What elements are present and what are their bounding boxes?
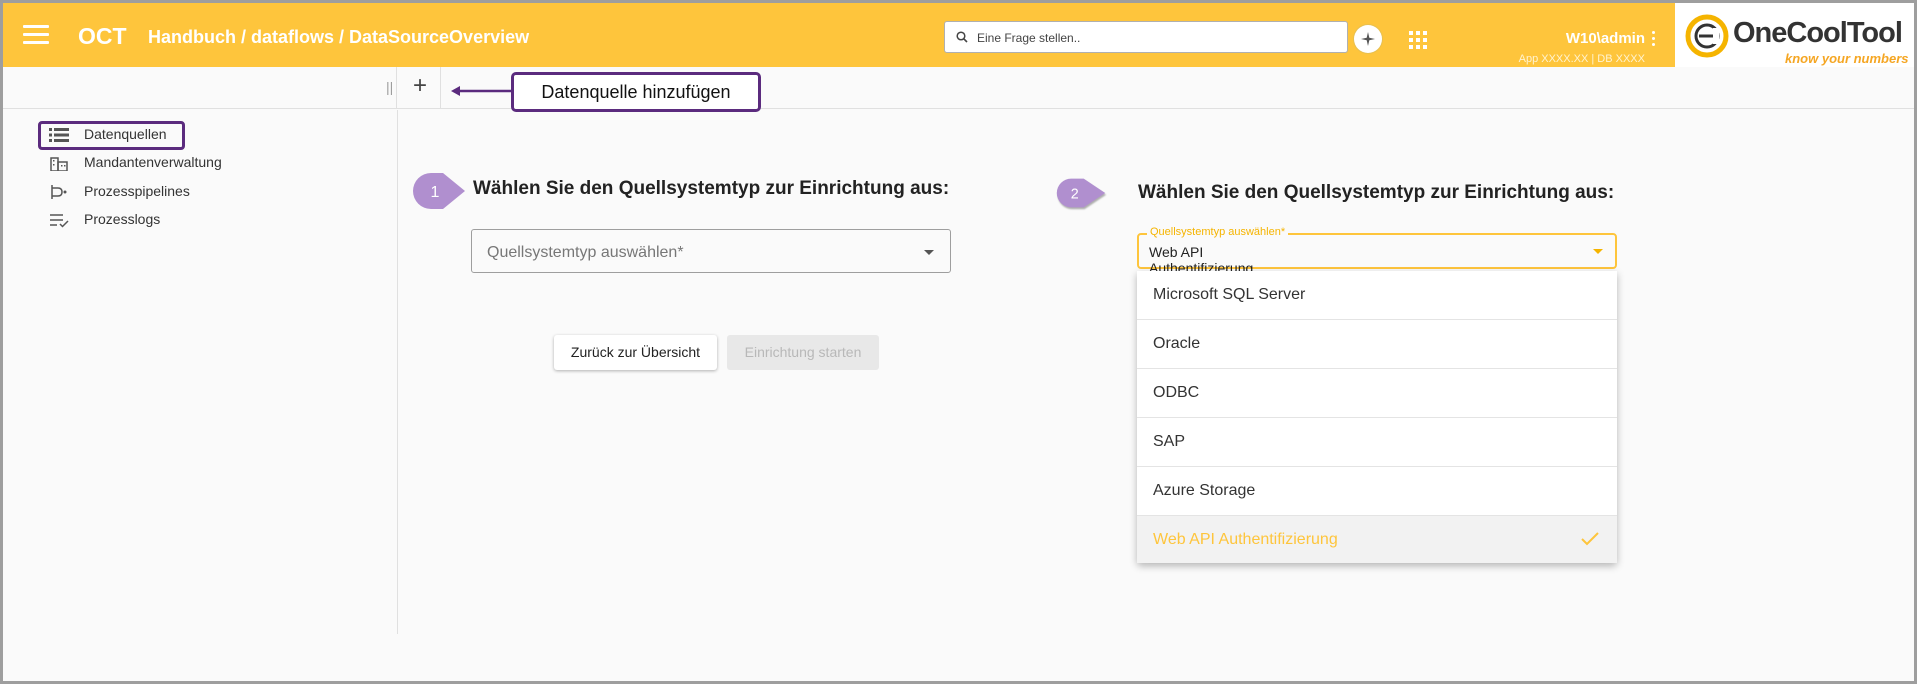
- step2-title: Wählen Sie den Quellsystemtyp zur Einric…: [1138, 182, 1615, 203]
- menu-icon[interactable]: [23, 25, 49, 45]
- toolbar: || +: [3, 67, 1914, 109]
- option-label: Web API Authentifizierung: [1153, 531, 1338, 548]
- sidebar-item-prozesspipelines[interactable]: Prozesspipelines: [49, 180, 349, 204]
- option-label: ODBC: [1153, 384, 1200, 401]
- user-name[interactable]: W10\admin: [1503, 30, 1645, 47]
- sidebar-item-label: Prozesslogs: [84, 211, 161, 227]
- source-type-dropdown: Microsoft SQL Server Oracle ODBC SAP Azu…: [1137, 271, 1617, 563]
- sidebar-item-label: Prozesspipelines: [84, 183, 190, 199]
- option-mssql[interactable]: Microsoft SQL Server: [1137, 271, 1617, 320]
- search-icon: [956, 31, 968, 43]
- option-sap[interactable]: SAP: [1137, 418, 1617, 467]
- option-oracle[interactable]: Oracle: [1137, 320, 1617, 369]
- step1-title: Wählen Sie den Quellsystemtyp zur Einric…: [473, 178, 950, 199]
- search-input[interactable]: [977, 28, 1337, 48]
- divider: [396, 67, 397, 109]
- option-label: Oracle: [1153, 335, 1201, 352]
- top-bar: OCT Handbuch / dataflows / DataSourceOve…: [3, 3, 1675, 67]
- annotation-callout: Datenquelle hinzufügen: [511, 72, 761, 112]
- option-label: SAP: [1153, 433, 1186, 450]
- svg-text:2: 2: [1071, 186, 1079, 202]
- panel-resize-handle[interactable]: ||: [386, 79, 393, 95]
- select-floating-label: Quellsystemtyp auswählen*: [1147, 226, 1289, 238]
- step-badge-2: 2: [1056, 178, 1106, 208]
- logo-text: OneCoolTool: [1733, 17, 1903, 49]
- more-vert-icon[interactable]: [1652, 31, 1656, 47]
- onecooltool-logo-icon: [1685, 14, 1729, 58]
- chevron-down-icon: [1593, 249, 1603, 254]
- divider: [440, 67, 441, 109]
- ai-assistant-button[interactable]: [1354, 25, 1382, 53]
- svg-text:1: 1: [431, 184, 440, 201]
- buildings-icon: [50, 157, 68, 171]
- annotation-highlight: [38, 121, 185, 150]
- step-badge-1: 1: [413, 173, 465, 209]
- annotation-arrow-icon: [451, 86, 513, 96]
- breadcrumb: Handbuch / dataflows / DataSourceOvervie…: [148, 27, 530, 47]
- start-setup-button[interactable]: Einrichtung starten: [727, 335, 879, 370]
- sidebar-item-mandantenverwaltung[interactable]: Mandantenverwaltung: [49, 151, 349, 175]
- option-label: Microsoft SQL Server: [1153, 286, 1306, 303]
- option-web-api[interactable]: Web API Authentifizierung: [1137, 516, 1617, 563]
- add-datasource-button[interactable]: +: [406, 73, 434, 101]
- check-icon: [1581, 532, 1599, 546]
- apps-grid-icon[interactable]: [1409, 31, 1427, 49]
- app-version-info: App XXXX.XX | DB XXXX: [1518, 53, 1645, 65]
- app-abbr: OCT: [78, 23, 127, 49]
- sidebar-item-prozesslogs[interactable]: Prozesslogs: [49, 208, 349, 232]
- sparkle-icon: [1361, 32, 1375, 46]
- logo: OneCoolTool know your numbers: [1675, 3, 1914, 67]
- source-type-select[interactable]: Quellsystemtyp auswählen*: [471, 229, 951, 273]
- app-window: OCT Handbuch / dataflows / DataSourceOve…: [0, 0, 1917, 684]
- select-placeholder: Quellsystemtyp auswählen*: [487, 244, 684, 261]
- option-azure-storage[interactable]: Azure Storage: [1137, 467, 1617, 516]
- search-box[interactable]: [944, 21, 1348, 53]
- logo-tagline: know your numbers: [1785, 51, 1909, 66]
- checklist-icon: [50, 214, 69, 228]
- option-label: Azure Storage: [1153, 482, 1256, 499]
- chevron-down-icon: [924, 250, 934, 255]
- back-to-overview-button[interactable]: Zurück zur Übersicht: [554, 335, 717, 370]
- option-odbc[interactable]: ODBC: [1137, 369, 1617, 418]
- source-type-select-open[interactable]: Quellsystemtyp auswählen* Web API Authen…: [1137, 226, 1617, 276]
- sidebar-item-label: Mandantenverwaltung: [84, 154, 222, 170]
- pipeline-icon: [51, 185, 67, 199]
